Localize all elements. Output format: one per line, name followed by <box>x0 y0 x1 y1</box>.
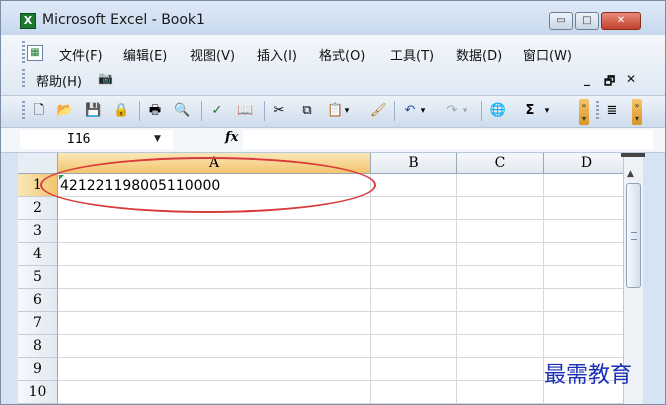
menu-tools[interactable]: 工具(T) <box>390 45 434 64</box>
minimize-button[interactable]: ▭ <box>549 12 573 30</box>
gridline <box>58 311 623 312</box>
excel-app-icon[interactable]: X <box>20 13 36 29</box>
toolbar-options-icon[interactable]: » ▾ <box>579 99 589 125</box>
row-header-10[interactable]: 10 <box>18 381 58 404</box>
open-icon[interactable]: 📂 <box>56 103 74 119</box>
insert-function-icon[interactable]: fx <box>225 130 238 145</box>
new-icon[interactable]: 🗋 <box>31 103 47 119</box>
paste-dropdown-icon[interactable]: ▾ <box>343 103 351 119</box>
gridline <box>58 380 623 381</box>
format-painter-icon[interactable]: 🖌 <box>370 103 387 119</box>
row-header-6[interactable]: 6 <box>18 289 58 312</box>
name-box[interactable]: I16 <box>20 130 173 149</box>
menu-format[interactable]: 格式(O) <box>319 45 365 64</box>
toolbar-separator <box>394 101 395 121</box>
excel-window: X Microsoft Excel - Book1 ▭ □ ✕ ▦ 文件(F) … <box>0 0 666 405</box>
toolbar-grip-2[interactable] <box>596 101 599 121</box>
window-title: Microsoft Excel - Book1 <box>42 12 205 28</box>
save-icon[interactable]: 💾 <box>85 103 101 119</box>
gridline <box>58 288 623 289</box>
menubar-grip-2[interactable] <box>22 69 25 87</box>
row-header-5[interactable]: 5 <box>18 266 58 289</box>
hyperlink-icon[interactable]: 🌐 <box>489 103 507 119</box>
menu-insert[interactable]: 插入(I) <box>257 45 297 64</box>
doc-minimize-button[interactable]: _ <box>584 72 590 86</box>
menu-window[interactable]: 窗口(W) <box>523 45 572 64</box>
row-header-8[interactable]: 8 <box>18 335 58 358</box>
print-preview-icon[interactable]: 🔍 <box>174 103 190 119</box>
autosum-icon[interactable]: Σ <box>523 103 537 119</box>
paste-icon[interactable]: 📋 <box>327 103 343 119</box>
select-all-corner[interactable] <box>18 153 58 174</box>
row-header-4[interactable]: 4 <box>18 243 58 266</box>
menu-file[interactable]: 文件(F) <box>59 45 103 64</box>
window-controls: ▭ □ ✕ <box>549 12 641 30</box>
gridline <box>58 403 623 404</box>
menu-view[interactable]: 视图(V) <box>190 45 235 64</box>
workbook-icon[interactable]: ▦ <box>27 45 43 61</box>
row-header-2[interactable]: 2 <box>18 197 58 220</box>
scroll-up-icon[interactable]: ▲ <box>627 169 634 179</box>
menu-edit[interactable]: 编辑(E) <box>123 45 167 64</box>
undo-dropdown-icon[interactable]: ▾ <box>419 103 427 119</box>
split-box[interactable] <box>621 153 645 157</box>
autosum-dropdown-icon[interactable]: ▾ <box>543 103 551 119</box>
undo-icon[interactable]: ↶ <box>402 103 418 119</box>
column-header-c[interactable]: C <box>457 153 544 174</box>
toolbar-separator <box>139 101 140 121</box>
title-bar: X Microsoft Excel - Book1 ▭ □ ✕ <box>1 1 665 35</box>
menu-help[interactable]: 帮助(H) <box>36 71 82 90</box>
highlight-ellipse <box>40 157 376 213</box>
gridline <box>58 265 623 266</box>
row-header-7[interactable]: 7 <box>18 312 58 335</box>
gridline <box>58 242 623 243</box>
gridline <box>58 219 623 220</box>
toolbar-options-icon-2[interactable]: » ▾ <box>632 99 642 125</box>
research-icon[interactable]: 📖 <box>237 103 253 119</box>
permission-icon[interactable]: 🔒 <box>113 103 129 119</box>
doc-close-button[interactable]: ✕ <box>626 72 636 86</box>
print-icon[interactable]: 🖶 <box>147 103 163 119</box>
close-button[interactable]: ✕ <box>601 12 641 30</box>
maximize-button[interactable]: □ <box>575 12 599 30</box>
camera-icon[interactable]: 📷 <box>98 71 113 85</box>
redo-icon[interactable]: ↷ <box>444 103 460 119</box>
toolbar-separator <box>201 101 202 121</box>
menu-data[interactable]: 数据(D) <box>456 45 502 64</box>
gridline <box>58 334 623 335</box>
column-header-b[interactable]: B <box>371 153 457 174</box>
menubar-grip[interactable] <box>22 41 25 63</box>
gridline <box>456 174 457 404</box>
watermark: 最需教育 <box>544 363 633 388</box>
thumb-grip-icon <box>631 232 637 240</box>
cut-icon[interactable]: ✂ <box>271 103 287 119</box>
copy-icon[interactable]: ⧉ <box>299 103 315 119</box>
name-box-dropdown-icon[interactable]: ▼ <box>154 134 161 144</box>
align-icon[interactable]: ≣ <box>604 103 620 119</box>
gridline <box>58 357 623 358</box>
gridline <box>370 174 371 404</box>
toolbar-separator <box>481 101 482 121</box>
formula-input[interactable] <box>243 130 653 149</box>
column-header-d[interactable]: D <box>544 153 623 174</box>
scroll-thumb[interactable] <box>626 183 641 288</box>
toolbar-separator <box>264 101 265 121</box>
row-header-9[interactable]: 9 <box>18 358 58 381</box>
menu-bar <box>1 35 665 95</box>
redo-dropdown-icon[interactable]: ▾ <box>461 103 469 119</box>
spelling-icon[interactable]: ✓ <box>209 103 225 119</box>
toolbar-grip[interactable] <box>22 101 25 121</box>
row-header-3[interactable]: 3 <box>18 220 58 243</box>
doc-restore-button[interactable]: 🗗 <box>604 72 615 93</box>
